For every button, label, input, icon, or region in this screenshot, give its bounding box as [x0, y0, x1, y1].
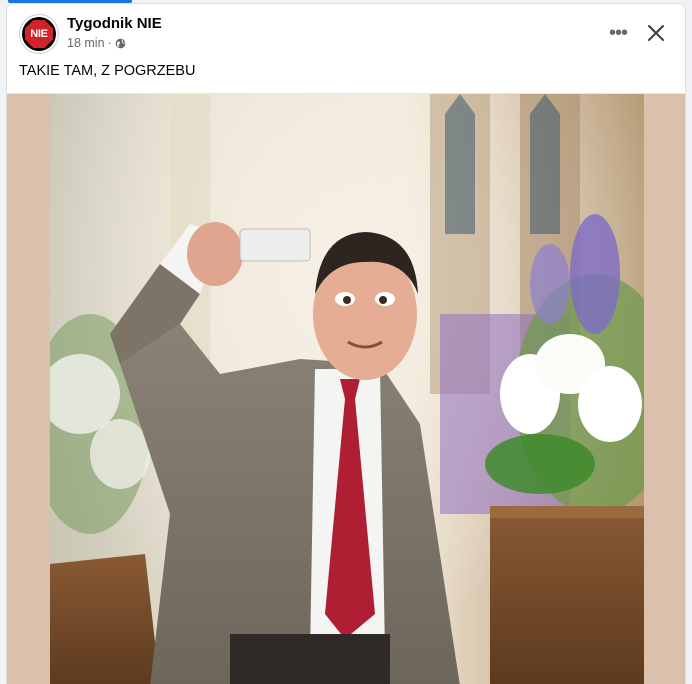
close-button[interactable] — [639, 16, 673, 50]
photo-illustration — [50, 94, 644, 684]
avatar-logo-text: NIE — [25, 20, 53, 48]
author-name[interactable]: Tygodnik NIE — [67, 15, 162, 32]
post-photo[interactable] — [50, 94, 644, 684]
post-time[interactable]: 18 min — [67, 36, 105, 50]
post-text: TAKIE TAM, Z POGRZEBU — [19, 63, 196, 79]
avatar-logo: NIE — [22, 17, 56, 51]
more-options-button[interactable]: ••• — [603, 18, 633, 48]
post-meta: 18 min · — [67, 36, 126, 50]
close-icon — [648, 25, 664, 41]
post-media[interactable] — [7, 93, 685, 684]
more-options-icon: ••• — [608, 21, 628, 44]
post-header: NIE Tygodnik NIE 18 min · ••• — [7, 4, 685, 59]
avatar[interactable]: NIE — [19, 14, 59, 54]
post-card: NIE Tygodnik NIE 18 min · ••• TAKIE TAM,… — [6, 3, 686, 684]
meta-separator: · — [107, 36, 112, 50]
globe-icon[interactable] — [115, 38, 126, 49]
